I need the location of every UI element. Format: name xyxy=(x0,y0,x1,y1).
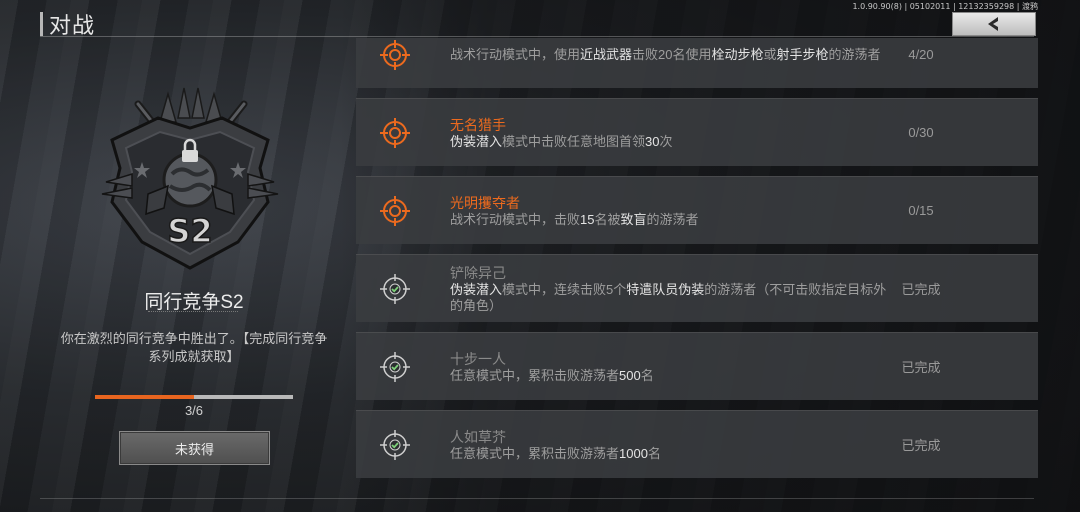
task-description-part: 或 xyxy=(763,46,777,62)
progress-text: 3/6 xyxy=(184,403,204,418)
task-description: 战术行动模式中，使用近战武器击败20名使用栓动步枪或射手步枪的游荡者 xyxy=(450,47,890,63)
task-name: 无名猎手 xyxy=(450,116,506,133)
task-progress-count: 已完成 xyxy=(901,282,941,297)
task-text: 十步一人 任意模式中，累积击败游荡者500名 xyxy=(450,350,890,384)
crosshair-target-icon xyxy=(379,195,411,227)
task-description-part: 500 xyxy=(619,367,641,383)
task-description-part: 伪装潜入 xyxy=(450,133,503,149)
task-name: 光明攫夺者 xyxy=(450,194,520,211)
task-description: 伪装潜入模式中击败任意地图首领30次 xyxy=(450,134,890,150)
task-progress-count: 已完成 xyxy=(901,438,941,453)
task-description-part: 战术行动模式中，使用 xyxy=(450,46,581,62)
task-description-part: 战术行动模式中，击败 xyxy=(450,211,581,227)
task-description-part: 30 xyxy=(645,133,660,149)
task-progress-count: 已完成 xyxy=(901,360,941,375)
crosshair-target-icon xyxy=(379,39,411,71)
task-text: 战术行动模式中，使用近战武器击败20名使用栓动步枪或射手步枪的游荡者 xyxy=(450,47,890,63)
version-info: 1.0.90.90(8) | 05102011 | 12132359298 | … xyxy=(852,2,1038,11)
completed-check-icon xyxy=(379,273,411,305)
task-text: 铲除异己 伪装潜入模式中，连续击败5个特遣队员伪装的游荡者（不可击败指定目标外的角… xyxy=(450,264,890,314)
task-progress-count: 4/20 xyxy=(908,47,934,62)
achievement-progress-bar xyxy=(95,395,293,399)
achievement-description: 你在激烈的同行竞争中胜出了。【完成同行竞争系列成就获取】 xyxy=(60,331,328,364)
task-description-part: 名被 xyxy=(594,211,621,227)
task-text: 无名猎手 伪装潜入模式中击败任意地图首领30次 xyxy=(450,116,890,150)
task-row[interactable]: 铲除异己 伪装潜入模式中，连续击败5个特遣队员伪装的游荡者（不可击败指定目标外的角… xyxy=(356,254,1038,322)
title-accent-bar xyxy=(40,12,43,36)
header-divider xyxy=(40,36,1034,37)
task-description-part: 伪装 xyxy=(678,281,705,297)
task-description: 战术行动模式中，击败15名被致盲的游荡者 xyxy=(450,212,890,228)
task-description-part: 1000 xyxy=(619,445,648,461)
completed-check-icon xyxy=(379,429,411,461)
task-description-part: 模式中击败任意地图首领 xyxy=(502,133,646,149)
task-description-part: 15 xyxy=(580,211,595,227)
task-text: 光明攫夺者 战术行动模式中，击败15名被致盲的游荡者 xyxy=(450,194,890,228)
task-description-part: 名 xyxy=(647,445,661,461)
name-underline xyxy=(148,311,238,313)
achievement-name: 同行竞争S2 xyxy=(144,292,244,313)
task-description-part: 的游荡者 xyxy=(646,211,699,227)
task-name: 人如草芥 xyxy=(450,428,506,445)
chevron-left-icon xyxy=(988,17,998,31)
task-description: 任意模式中，累积击败游荡者500名 xyxy=(450,368,890,384)
task-description-part: 栓动步枪 xyxy=(711,46,764,62)
task-row[interactable]: 十步一人 任意模式中，累积击败游荡者500名 已完成 xyxy=(356,332,1038,400)
task-description-part: 击败20名使用 xyxy=(632,46,712,62)
back-button[interactable] xyxy=(952,12,1036,36)
emblem-letter: S2 xyxy=(167,212,212,250)
task-description-part: 致盲 xyxy=(620,211,647,227)
task-description-part: 伪装潜入 xyxy=(450,281,503,297)
task-description: 任意模式中，累积击败游荡者1000名 xyxy=(450,446,890,462)
task-description: 伪装潜入模式中，连续击败5个特遣队员伪装的游荡者（不可击败指定目标外的角色） xyxy=(450,282,890,314)
task-row[interactable]: 人如草芥 任意模式中，累积击败游荡者1000名 已完成 xyxy=(356,410,1038,478)
task-description-part: 名 xyxy=(640,367,654,383)
task-list[interactable]: 战术行动模式中，使用近战武器击败20名使用栓动步枪或射手步枪的游荡者 4/20 无… xyxy=(356,38,1038,478)
achievement-emblem-icon: S2 xyxy=(101,87,279,270)
task-description-part: 特遣队员 xyxy=(626,281,679,297)
progress-fill xyxy=(95,395,194,399)
task-description-part: 近战武器 xyxy=(580,46,633,62)
task-progress-count: 0/30 xyxy=(908,125,934,140)
task-description-part: 射手步枪 xyxy=(776,46,829,62)
task-row[interactable]: 战术行动模式中，使用近战武器击败20名使用栓动步枪或射手步枪的游荡者 4/20 xyxy=(356,38,1038,88)
task-description-part: 任意模式中，累积击败游荡者 xyxy=(450,445,620,461)
task-description-part: 次 xyxy=(659,133,673,149)
completed-check-icon xyxy=(379,351,411,383)
task-name: 铲除异己 xyxy=(450,264,506,281)
task-text: 人如草芥 任意模式中，累积击败游荡者1000名 xyxy=(450,428,890,462)
footer-divider xyxy=(40,498,1034,499)
task-description-part: 的游荡者 xyxy=(828,46,881,62)
task-description-part: 模式中，连续击败5个 xyxy=(502,281,627,297)
task-row[interactable]: 无名猎手 伪装潜入模式中击败任意地图首领30次 0/30 xyxy=(356,98,1038,166)
task-name: 十步一人 xyxy=(450,350,506,367)
task-description-part: 任意模式中，累积击败游荡者 xyxy=(450,367,620,383)
task-row[interactable]: 光明攫夺者 战术行动模式中，击败15名被致盲的游荡者 0/15 xyxy=(356,176,1038,244)
status-button[interactable]: 未获得 xyxy=(119,431,270,465)
crosshair-target-icon xyxy=(379,117,411,149)
task-progress-count: 0/15 xyxy=(908,203,934,218)
